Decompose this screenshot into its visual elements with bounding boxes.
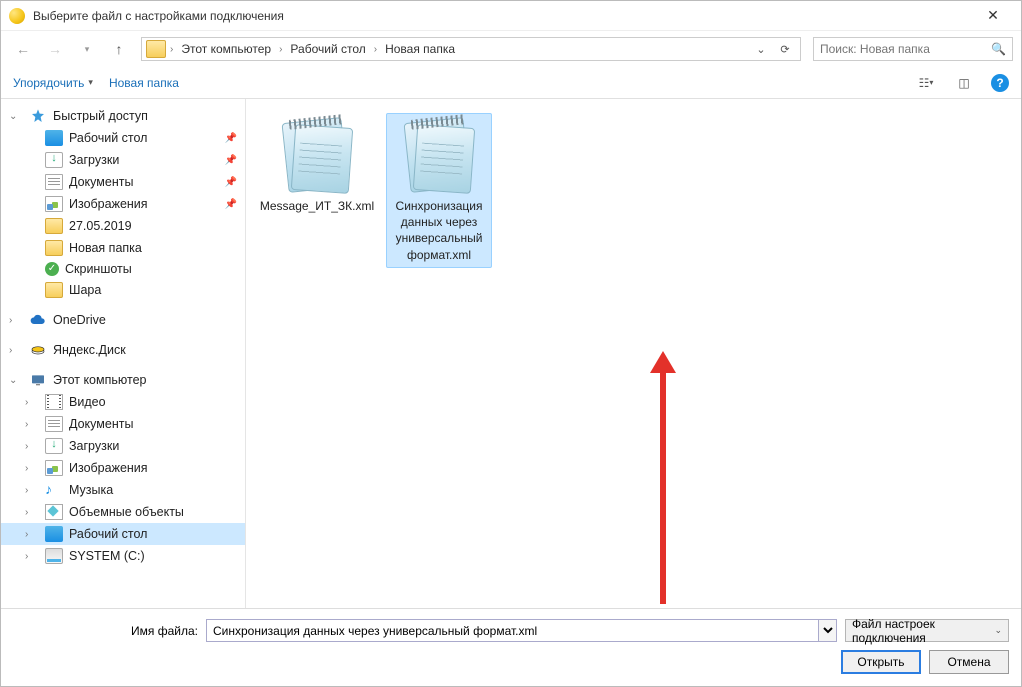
image-icon (45, 196, 63, 212)
xml-file-icon (401, 118, 477, 194)
search-box[interactable]: 🔍 (813, 37, 1013, 61)
drive-icon (45, 548, 63, 564)
refresh-button[interactable]: ⟳ (774, 38, 796, 60)
folder-icon (45, 282, 63, 298)
desktop-icon (45, 526, 63, 542)
tree-music[interactable]: ›♪Музыка (1, 479, 245, 501)
view-options-button[interactable]: ☷ ▾ (915, 72, 937, 94)
desktop-icon (45, 130, 63, 146)
tree-system-c[interactable]: ›SYSTEM (C:) (1, 545, 245, 567)
cancel-button[interactable]: Отмена (929, 650, 1009, 674)
tree-images[interactable]: Изображения📌 (1, 193, 245, 215)
filename-label: Имя файла: (131, 624, 198, 638)
file-item-selected[interactable]: Синхронизация данных через универсальный… (386, 113, 492, 268)
image-icon (45, 460, 63, 476)
tree-documents[interactable]: Документы📌 (1, 171, 245, 193)
pin-icon: 📌 (225, 155, 237, 166)
tree-3d-objects[interactable]: ›Объемные объекты (1, 501, 245, 523)
tree-new-folder[interactable]: Новая папка (1, 237, 245, 259)
main-split: ⌄ Быстрый доступ Рабочий стол📌 Загрузки📌… (1, 99, 1021, 608)
back-button[interactable]: ← (9, 35, 37, 63)
star-icon (29, 108, 47, 124)
document-icon (45, 174, 63, 190)
search-icon: 🔍 (991, 42, 1006, 56)
crumb-newfolder[interactable]: Новая папка (381, 38, 459, 60)
up-button[interactable]: ↑ (105, 35, 133, 63)
app-icon (9, 8, 25, 24)
tree-images-2[interactable]: ›Изображения (1, 457, 245, 479)
file-open-dialog: Выберите файл с настройками подключения … (0, 0, 1022, 687)
download-icon (45, 152, 63, 168)
tree-desktop-2[interactable]: ›Рабочий стол (1, 523, 245, 545)
filename-history-dropdown[interactable] (819, 619, 837, 642)
file-item[interactable]: Message_ИТ_ЗК.xml (264, 113, 370, 219)
file-label: Синхронизация данных через универсальный… (391, 198, 487, 263)
search-input[interactable] (820, 42, 1006, 56)
address-dropdown[interactable]: ⌄ (750, 38, 772, 60)
crumb-thispc[interactable]: Этот компьютер (177, 38, 275, 60)
annotation-arrow (660, 369, 666, 604)
document-icon (45, 416, 63, 432)
chevron-down-icon: ⌄ (994, 625, 1002, 636)
chevron-right-icon[interactable]: › (168, 44, 175, 55)
tree-video[interactable]: ›Видео (1, 391, 245, 413)
file-label: Message_ИТ_ЗК.xml (260, 198, 374, 214)
organize-menu[interactable]: Упорядочить▾ (13, 76, 93, 90)
folder-icon (146, 40, 166, 58)
filename-input[interactable] (206, 619, 819, 642)
tree-onedrive[interactable]: ›OneDrive (1, 309, 245, 331)
tree-this-pc[interactable]: ⌄Этот компьютер (1, 369, 245, 391)
nav-bar: ← → ▾ ↑ › Этот компьютер › Рабочий стол … (1, 31, 1021, 67)
tree-quick-access[interactable]: ⌄ Быстрый доступ (1, 105, 245, 127)
tree-date-folder[interactable]: 27.05.2019 (1, 215, 245, 237)
recent-dropdown[interactable]: ▾ (73, 35, 101, 63)
address-bar[interactable]: › Этот компьютер › Рабочий стол › Новая … (141, 37, 801, 61)
tree-documents-2[interactable]: ›Документы (1, 413, 245, 435)
open-button[interactable]: Открыть (841, 650, 921, 674)
folder-icon (45, 240, 63, 256)
tree-desktop[interactable]: Рабочий стол📌 (1, 127, 245, 149)
chevron-right-icon[interactable]: › (372, 44, 379, 55)
crumb-desktop[interactable]: Рабочий стол (286, 38, 369, 60)
pin-icon: 📌 (225, 177, 237, 188)
tree-downloads[interactable]: Загрузки📌 (1, 149, 245, 171)
pc-icon (29, 372, 47, 388)
navigation-tree[interactable]: ⌄ Быстрый доступ Рабочий стол📌 Загрузки📌… (1, 99, 246, 608)
chevron-right-icon[interactable]: › (277, 44, 284, 55)
toolbar: Упорядочить▾ Новая папка ☷ ▾ ◫ ? (1, 67, 1021, 99)
tree-screenshots[interactable]: ✓Скриншоты (1, 259, 245, 279)
check-icon: ✓ (45, 262, 59, 276)
pin-icon: 📌 (225, 133, 237, 144)
music-icon: ♪ (45, 482, 63, 498)
xml-file-icon (279, 118, 355, 194)
folder-icon (45, 218, 63, 234)
preview-pane-button[interactable]: ◫ (953, 72, 975, 94)
download-icon (45, 438, 63, 454)
tree-share[interactable]: Шара (1, 279, 245, 301)
file-type-filter[interactable]: Файл настроек подключения ⌄ (845, 619, 1009, 642)
yandex-disk-icon (29, 342, 47, 358)
help-button[interactable]: ? (991, 74, 1009, 92)
window-title: Выберите файл с настройками подключения (33, 9, 973, 23)
close-button[interactable]: ✕ (973, 2, 1013, 30)
objects-icon (45, 504, 63, 520)
file-pane[interactable]: Message_ИТ_ЗК.xml Синхронизация данных ч… (246, 99, 1021, 608)
tree-yandex-disk[interactable]: ›Яндекс.Диск (1, 339, 245, 361)
forward-button[interactable]: → (41, 35, 69, 63)
dialog-footer: Имя файла: Файл настроек подключения ⌄ О… (1, 609, 1021, 686)
tree-downloads-2[interactable]: ›Загрузки (1, 435, 245, 457)
titlebar: Выберите файл с настройками подключения … (1, 1, 1021, 31)
video-icon (45, 394, 63, 410)
cloud-icon (29, 312, 47, 328)
pin-icon: 📌 (225, 199, 237, 210)
new-folder-button[interactable]: Новая папка (109, 76, 179, 90)
